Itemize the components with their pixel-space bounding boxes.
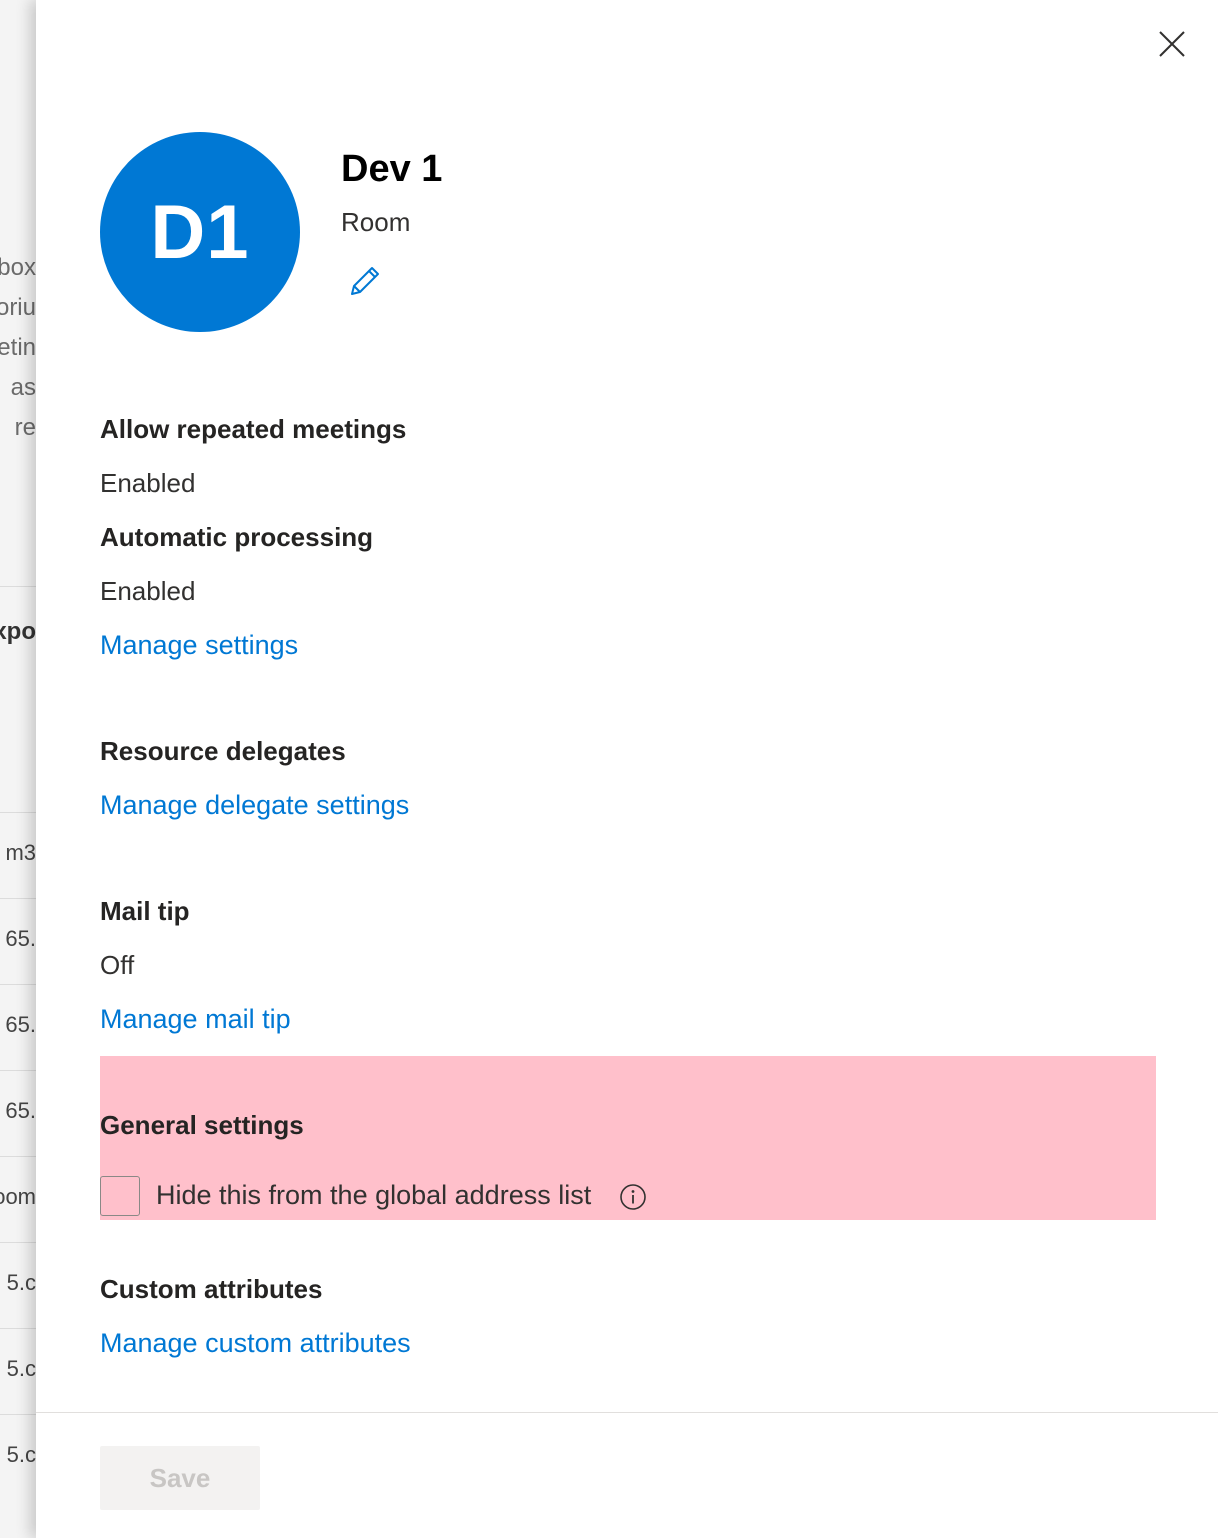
background-row-text: 5.c [6, 1270, 36, 1295]
background-divider [0, 1414, 36, 1415]
avatar: D1 [100, 132, 300, 332]
section-title-general-settings: General settings [100, 1110, 304, 1140]
background-text: re [14, 414, 36, 441]
section-title-mail-tip: Mail tip [100, 896, 190, 926]
background-divider [0, 1328, 36, 1329]
section-title-repeated-meetings: Allow repeated meetings [100, 414, 407, 444]
background-divider [0, 1070, 36, 1071]
manage-custom-attributes-link[interactable]: Manage custom attributes [100, 1328, 411, 1359]
manage-delegate-settings-link[interactable]: Manage delegate settings [100, 790, 409, 821]
background-text: as [10, 374, 36, 401]
automatic-processing-value: Enabled [100, 576, 196, 606]
background-divider [0, 586, 36, 587]
background-divider [0, 984, 36, 985]
background-row-text: 65. [5, 926, 36, 951]
background-row-text: 65. [5, 1012, 36, 1037]
repeated-meetings-value: Enabled [100, 468, 196, 498]
background-divider [0, 1242, 36, 1243]
footer-divider [36, 1412, 1218, 1413]
resource-type: Room [341, 207, 411, 237]
background-row-text: 5.c [6, 1356, 36, 1381]
save-button[interactable]: Save [100, 1446, 260, 1510]
background-column-header: xpo [0, 618, 36, 645]
resource-name: Dev 1 [341, 148, 443, 190]
info-button[interactable] [618, 1182, 648, 1212]
background-text: box [0, 254, 36, 281]
background-text: oriu [0, 294, 36, 321]
section-title-automatic-processing: Automatic processing [100, 522, 374, 552]
info-icon [620, 1184, 646, 1210]
section-title-resource-delegates: Resource delegates [100, 736, 346, 766]
close-icon [1159, 31, 1185, 57]
hide-from-gal-label[interactable]: Hide this from the global address list [156, 1180, 591, 1211]
section-title-custom-attributes: Custom attributes [100, 1274, 323, 1304]
background-row-text: m3 [5, 840, 36, 865]
pencil-icon [351, 267, 379, 295]
background-divider [0, 898, 36, 899]
background-row-text: 5.c [6, 1442, 36, 1467]
avatar-initials: D1 [150, 189, 250, 275]
hide-from-gal-checkbox[interactable] [100, 1176, 140, 1216]
mail-tip-value: Off [100, 950, 135, 980]
background-row-text: oom [0, 1184, 36, 1209]
close-button[interactable] [1152, 24, 1192, 64]
background-divider [0, 812, 36, 813]
background-divider [0, 1156, 36, 1157]
manage-settings-link[interactable]: Manage settings [100, 630, 298, 661]
edit-button[interactable] [344, 260, 384, 300]
background-text: etin [0, 334, 36, 361]
background-row-text: 65. [5, 1098, 36, 1123]
manage-mail-tip-link[interactable]: Manage mail tip [100, 1004, 291, 1035]
background-page: box oriu etin as re xpo m3 65. 65. 65. o… [0, 0, 36, 1538]
resource-details-panel: D1 Dev 1 Room Allow repeated meetings En… [36, 0, 1218, 1538]
